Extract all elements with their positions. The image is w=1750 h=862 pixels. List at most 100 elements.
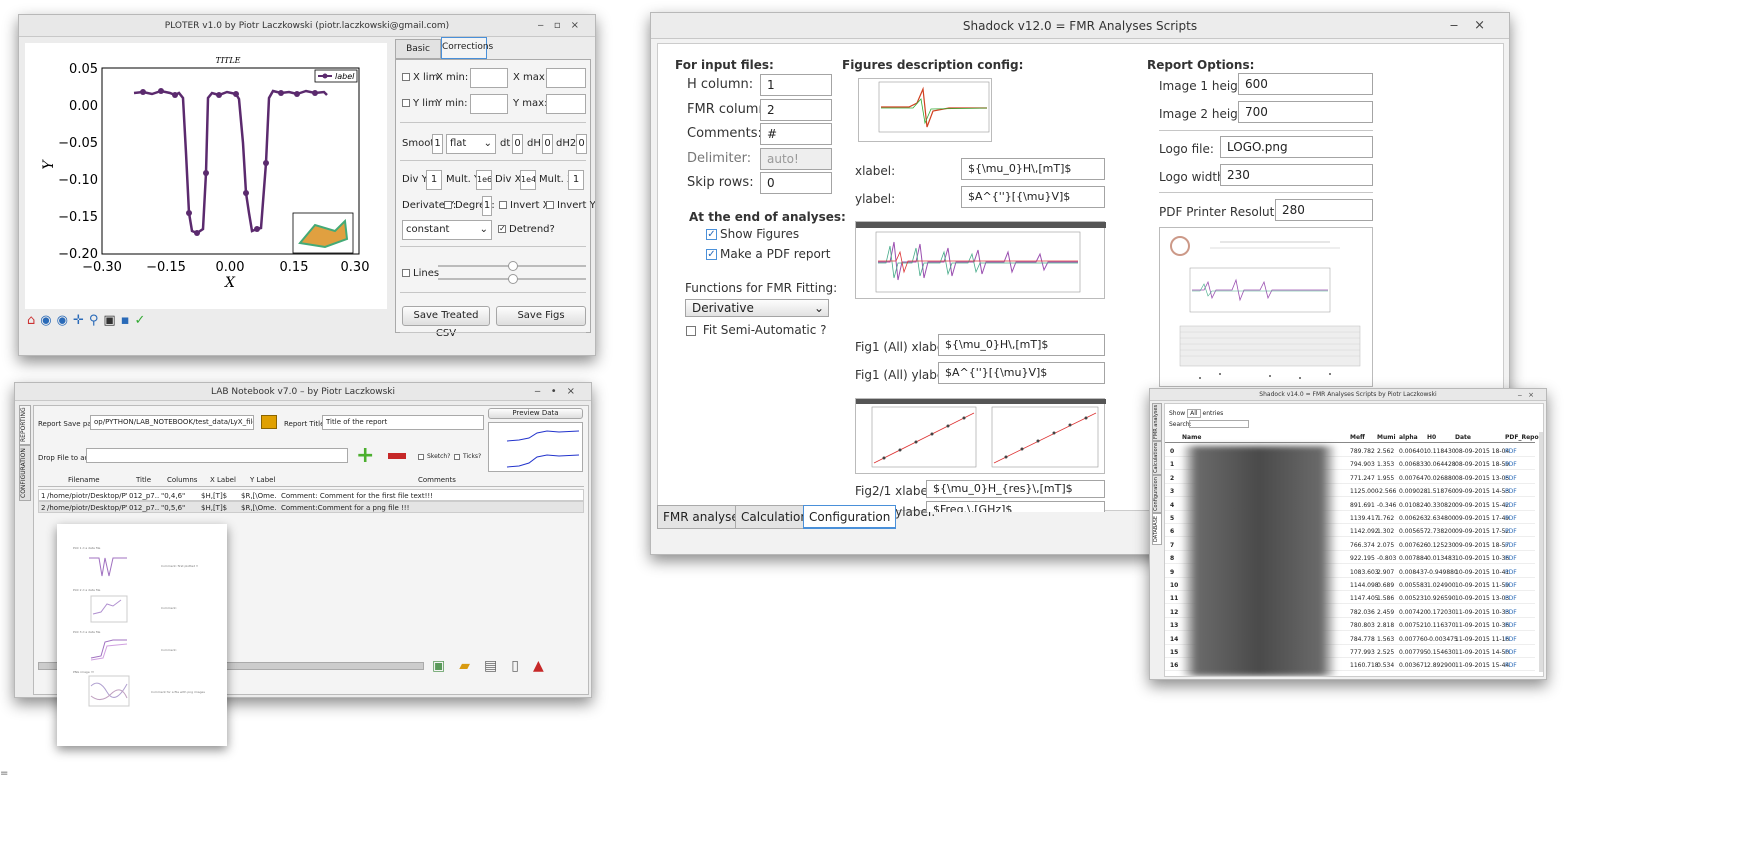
forward-icon[interactable]: ◉ bbox=[57, 313, 73, 328]
comments-input[interactable]: # bbox=[760, 123, 832, 145]
ylim-checkbox[interactable]: Y lim bbox=[402, 98, 438, 109]
pdf-link[interactable]: PDF bbox=[1505, 473, 1517, 484]
tab-configuration[interactable]: Configuration bbox=[803, 505, 897, 529]
check-icon[interactable]: ✓ bbox=[135, 313, 151, 328]
image2-height-input[interactable]: 700 bbox=[1238, 101, 1373, 123]
ymax-input[interactable] bbox=[546, 94, 586, 114]
side-tab-fmr-analyses[interactable]: FMR analyses bbox=[1152, 403, 1162, 441]
remove-icon[interactable] bbox=[388, 453, 406, 459]
save-path-input[interactable]: op/PYTHON/LAB_NOTEBOOK/test_data/LyX_fil… bbox=[90, 415, 254, 430]
h-column-input[interactable]: 1 bbox=[760, 74, 832, 96]
fig21-ylabel-input[interactable]: $Freq.\,[GHz]$ bbox=[926, 501, 1105, 512]
ymin-input[interactable] bbox=[470, 94, 508, 114]
pdf-icon[interactable]: ▲ bbox=[533, 658, 558, 674]
side-tab-configuration[interactable]: CONFIGURATION bbox=[19, 445, 31, 501]
pdf-link[interactable]: PDF bbox=[1505, 446, 1517, 457]
pdf-link[interactable]: PDF bbox=[1505, 567, 1517, 578]
pdf-link[interactable]: PDF bbox=[1505, 513, 1517, 524]
pdf-link[interactable]: PDF bbox=[1505, 660, 1517, 671]
window-controls[interactable]: ‒▫× bbox=[537, 15, 589, 37]
pdf-link[interactable]: PDF bbox=[1505, 540, 1517, 551]
display-icon[interactable]: ▤ bbox=[484, 658, 511, 674]
fmr-column-input[interactable]: 2 bbox=[760, 99, 832, 121]
side-tab-database[interactable]: DATABASE bbox=[1152, 513, 1162, 545]
pdf-link[interactable]: PDF bbox=[1505, 553, 1517, 564]
xmax-input[interactable] bbox=[546, 68, 586, 88]
image1-height-input[interactable]: 600 bbox=[1238, 73, 1373, 95]
skip-rows-input[interactable]: 0 bbox=[760, 172, 832, 194]
add-icon[interactable]: + bbox=[356, 445, 374, 467]
invertx-checkbox[interactable]: Invert X bbox=[499, 200, 549, 211]
delimiter-input[interactable]: auto! bbox=[760, 148, 832, 170]
divy-input[interactable]: 1 bbox=[426, 170, 442, 190]
pdf-link[interactable]: PDF bbox=[1505, 500, 1517, 511]
window-controls[interactable]: ‒× bbox=[1518, 389, 1540, 401]
window-controls[interactable]: ‒× bbox=[1450, 13, 1501, 39]
degree-input[interactable]: 1 bbox=[482, 196, 492, 216]
dt-input[interactable]: 0 bbox=[512, 134, 523, 154]
logo-file-input[interactable]: LOGO.png bbox=[1220, 136, 1373, 158]
document-icon[interactable]: ▯ bbox=[511, 658, 533, 674]
pan-icon[interactable]: ✛ bbox=[73, 313, 89, 328]
pdf-link[interactable]: PDF bbox=[1505, 459, 1517, 470]
window-controls[interactable]: ‒•× bbox=[534, 383, 585, 401]
refresh-icon[interactable]: ▣ bbox=[432, 658, 459, 674]
subplots-icon[interactable]: ▣ bbox=[103, 313, 120, 328]
report-title-input[interactable]: Title of the report bbox=[322, 415, 484, 430]
plot-canvas[interactable]: TITLE 0.05 0.00 −0.05 −0.10 −0.15 −0.20 … bbox=[25, 43, 387, 309]
fig21-xlabel-input[interactable]: ${\mu_0}H_{res}\,[mT]$ bbox=[926, 480, 1105, 498]
open-folder-icon[interactable]: ▰ bbox=[459, 658, 484, 674]
slider-1[interactable] bbox=[438, 261, 586, 271]
tab-corrections[interactable]: Corrections bbox=[441, 37, 493, 59]
ylabel-input[interactable]: $A^{''}[{\mu}V]$ bbox=[961, 186, 1105, 208]
sketch-checkbox[interactable]: Sketch? bbox=[418, 453, 450, 460]
table-row[interactable]: 1/home/piotr/Desktop/PYT...012_p7..."0,4… bbox=[38, 489, 584, 501]
xlabel-input[interactable]: ${\mu_0}H\,[mT]$ bbox=[961, 158, 1105, 180]
multx-input[interactable]: 1 bbox=[568, 170, 584, 190]
search-input[interactable] bbox=[1189, 420, 1249, 428]
home-icon[interactable]: ⌂ bbox=[27, 313, 40, 328]
detrend-type-select[interactable]: constant ⌄ bbox=[402, 220, 492, 240]
inverty-checkbox[interactable]: Invert Y bbox=[546, 200, 595, 211]
preview-data-button[interactable]: Preview Data bbox=[488, 408, 583, 419]
side-tab-reporting[interactable]: REPORTING bbox=[19, 405, 31, 445]
multy-input[interactable]: 1e6 bbox=[476, 170, 492, 190]
pdf-link[interactable]: PDF bbox=[1505, 593, 1517, 604]
show-figures-checkbox[interactable]: ✓ Show Figures bbox=[706, 227, 799, 241]
save-figs-button[interactable]: Save Figs bbox=[496, 306, 586, 326]
fig1-xlabel-input[interactable]: ${\mu_0}H\,[mT]$ bbox=[938, 334, 1105, 356]
logo-width-input[interactable]: 230 bbox=[1220, 164, 1373, 186]
lines-checkbox[interactable]: Lines bbox=[402, 268, 439, 279]
make-pdf-checkbox[interactable]: ✓ Make a PDF report bbox=[706, 247, 830, 261]
fit-semi-automatic-checkbox[interactable]: Fit Semi-Automatic ? bbox=[686, 323, 827, 337]
pdf-resolution-input[interactable]: 280 bbox=[1275, 199, 1373, 221]
divx-input[interactable]: 1e4 bbox=[520, 170, 536, 190]
pdf-link[interactable]: PDF bbox=[1505, 620, 1517, 631]
xmin-input[interactable] bbox=[470, 68, 508, 88]
pdf-link[interactable]: PDF bbox=[1505, 580, 1517, 591]
dh2-input[interactable]: 0 bbox=[576, 134, 587, 154]
pdf-link[interactable]: PDF bbox=[1505, 486, 1517, 497]
zoom-icon[interactable]: ⚲ bbox=[89, 313, 104, 328]
side-tab-configuration[interactable]: Configuration bbox=[1152, 475, 1162, 513]
save-icon[interactable]: ▪ bbox=[121, 313, 135, 328]
pdf-link[interactable]: PDF bbox=[1505, 607, 1517, 618]
fit-function-select[interactable]: Derivative ⌄ bbox=[685, 299, 829, 317]
slider-2[interactable] bbox=[438, 274, 586, 284]
pdf-link[interactable]: PDF bbox=[1505, 634, 1517, 645]
folder-icon[interactable] bbox=[261, 415, 277, 429]
ticks-checkbox[interactable]: Ticks? bbox=[454, 453, 481, 460]
save-treated-csv-button[interactable]: Save Treated CSV bbox=[402, 306, 490, 339]
side-tab-calculations[interactable]: Calculations bbox=[1152, 441, 1162, 475]
drop-file-input[interactable] bbox=[86, 448, 348, 463]
fig1-ylabel-input[interactable]: $A^{''}[{\mu}V]$ bbox=[938, 362, 1105, 384]
scrollbar[interactable] bbox=[1539, 432, 1543, 672]
pdf-link[interactable]: PDF bbox=[1505, 647, 1517, 658]
pdf-link[interactable]: PDF bbox=[1505, 526, 1517, 537]
xlim-checkbox[interactable]: X lim bbox=[402, 72, 438, 83]
table-row[interactable]: 2/home/piotr/Desktop/PYT...012_p7..."0,5… bbox=[38, 501, 584, 513]
back-icon[interactable]: ◉ bbox=[40, 313, 56, 328]
dh-input[interactable]: 0 bbox=[542, 134, 553, 154]
smooth-input[interactable]: 1 bbox=[432, 134, 443, 154]
entries-select[interactable]: All bbox=[1187, 409, 1201, 418]
